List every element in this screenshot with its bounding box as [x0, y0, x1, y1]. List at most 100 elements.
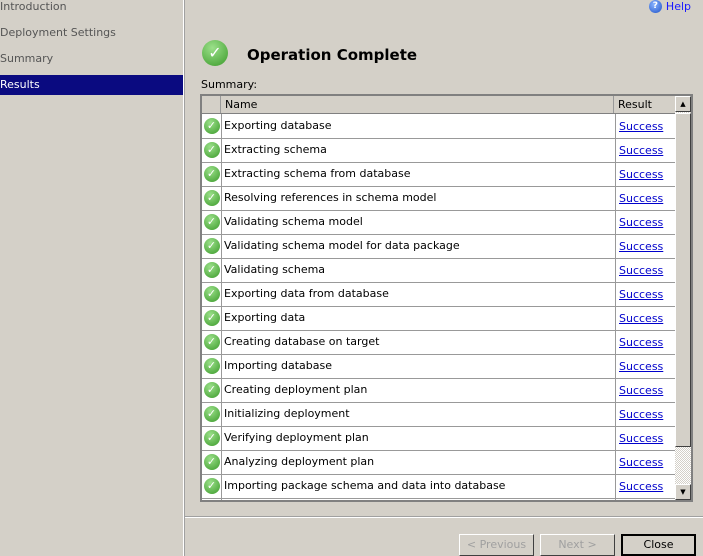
result-link[interactable]: Success — [616, 480, 663, 493]
sidebar-item-deployment-settings[interactable]: Deployment Settings — [0, 23, 183, 43]
step-name: Verifying deployment plan — [222, 426, 616, 450]
success-check-icon: ✓ — [203, 310, 220, 326]
table-row: ✓ Validating schema Success — [202, 258, 676, 283]
table-row: ✓ Verifying deployment plan Success — [202, 426, 676, 451]
result-link[interactable]: Success — [616, 120, 663, 133]
help-label: Help — [665, 0, 691, 13]
step-name: Validating schema — [222, 258, 616, 282]
close-button[interactable]: Close — [621, 534, 696, 556]
status-cell: ✓ — [202, 330, 222, 354]
success-check-icon: ✓ — [203, 118, 220, 134]
result-link[interactable]: Success — [616, 312, 663, 325]
result-link[interactable]: Success — [616, 432, 663, 445]
success-check-icon: ✓ — [203, 238, 220, 254]
table-row: ✓ Validating schema model for data packag… — [202, 234, 676, 259]
status-cell: ✓ — [202, 354, 222, 378]
success-check-icon: ✓ — [203, 430, 220, 446]
result-link[interactable]: Success — [616, 336, 663, 349]
vertical-scrollbar[interactable]: ▲ ▼ — [675, 96, 691, 500]
result-link[interactable]: Success — [616, 168, 663, 181]
step-name: Extracting schema from database — [222, 162, 616, 186]
success-check-icon: ✓ — [203, 142, 220, 158]
result-link[interactable]: Success — [616, 240, 663, 253]
success-check-icon: ✓ — [203, 382, 220, 398]
results-grid: Name Result ✓ Exporting database Success ✓ E… — [200, 94, 693, 502]
scroll-up-button[interactable]: ▲ — [675, 96, 691, 112]
status-cell: ✓ — [202, 378, 222, 402]
previous-button[interactable]: < Previous — [459, 534, 534, 556]
table-row: ✓ Importing package schema and data into … — [202, 474, 676, 499]
success-check-icon: ✓ — [203, 358, 220, 374]
success-check-icon: ✓ — [203, 262, 220, 278]
step-name — [222, 498, 616, 500]
help-link[interactable]: ? Help — [648, 0, 691, 13]
result-link[interactable]: Success — [616, 360, 663, 373]
step-name: Validating schema model for data package — [222, 234, 616, 258]
table-row: ✓ Resolving references in schema model Suc… — [202, 186, 676, 211]
status-cell: ✓ — [202, 450, 222, 474]
step-name: Extracting schema — [222, 138, 616, 162]
table-row: ✓ Extracting schema Success — [202, 138, 676, 163]
success-check-icon: ✓ — [203, 286, 220, 302]
success-check-icon: ✓ — [203, 214, 220, 230]
sidebar-item-results[interactable]: Results — [0, 75, 183, 95]
result-link[interactable]: Success — [616, 384, 663, 397]
help-icon: ? — [648, 0, 662, 13]
table-row: ✓ Creating database on target Success — [202, 330, 676, 355]
step-name: Resolving references in schema model — [222, 186, 616, 210]
step-name: Exporting database — [222, 114, 616, 138]
result-link[interactable]: Success — [616, 192, 663, 205]
step-name: Exporting data — [222, 306, 616, 330]
status-cell: ✓ — [202, 258, 222, 282]
success-check-icon: ✓ — [202, 40, 228, 66]
table-row: ✓ Exporting data Success — [202, 306, 676, 331]
step-name: Initializing deployment — [222, 402, 616, 426]
success-check-icon: ✓ — [203, 190, 220, 206]
success-check-icon: ✓ — [203, 454, 220, 470]
table-row: ✓ Validating schema model Success — [202, 210, 676, 235]
summary-label: Summary: — [201, 78, 258, 91]
success-check-icon: ✓ — [203, 166, 220, 182]
next-button[interactable]: Next > — [540, 534, 615, 556]
scroll-thumb[interactable] — [675, 113, 691, 447]
sidebar-item-introduction[interactable]: Introduction — [0, 0, 183, 17]
scroll-down-button[interactable]: ▼ — [675, 484, 691, 500]
status-cell: ✓ — [202, 498, 222, 500]
result-link[interactable]: Success — [616, 144, 663, 157]
header-result[interactable]: Result — [614, 96, 675, 113]
table-row: ✓ Importing database Success — [202, 354, 676, 379]
result-link[interactable]: Success — [616, 408, 663, 421]
step-name: Exporting data from database — [222, 282, 616, 306]
status-cell: ✓ — [202, 186, 222, 210]
table-row: ✓ Exporting data from database Success — [202, 282, 676, 307]
result-link[interactable]: Success — [616, 216, 663, 229]
result-link[interactable]: Success — [616, 456, 663, 469]
step-name: Creating deployment plan — [222, 378, 616, 402]
step-name: Validating schema model — [222, 210, 616, 234]
table-row: ✓ — [202, 498, 676, 500]
table-row: ✓ Creating deployment plan Success — [202, 378, 676, 403]
result-link[interactable]: Success — [616, 264, 663, 277]
status-cell: ✓ — [202, 474, 222, 498]
success-check-icon: ✓ — [203, 334, 220, 350]
result-link[interactable]: Success — [616, 288, 663, 301]
table-row: ✓ Initializing deployment Success — [202, 402, 676, 427]
header-icon-column — [202, 96, 221, 113]
status-cell: ✓ — [202, 426, 222, 450]
status-cell: ✓ — [202, 402, 222, 426]
status-cell: ✓ — [202, 210, 222, 234]
success-check-icon: ✓ — [203, 478, 220, 494]
header-name[interactable]: Name — [221, 96, 614, 113]
status-cell: ✓ — [202, 114, 222, 138]
step-name: Importing database — [222, 354, 616, 378]
step-name: Importing package schema and data into d… — [222, 474, 616, 498]
status-cell: ✓ — [202, 138, 222, 162]
divider — [185, 516, 703, 518]
grid-header: Name Result — [202, 96, 676, 114]
status-cell: ✓ — [202, 162, 222, 186]
table-row: ✓ Exporting database Success — [202, 114, 676, 139]
page-title: Operation Complete — [247, 46, 418, 64]
sidebar: Introduction Deployment Settings Summary… — [0, 0, 184, 556]
sidebar-item-summary[interactable]: Summary — [0, 49, 183, 69]
status-cell: ✓ — [202, 234, 222, 258]
